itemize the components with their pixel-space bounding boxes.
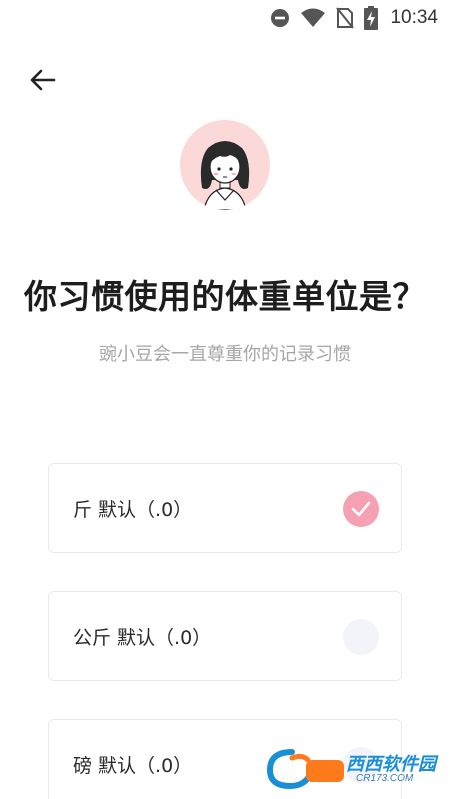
page-title: 你习惯使用的体重单位是？	[24, 277, 426, 316]
watermark-url: CR173.COM	[356, 773, 414, 784]
wifi-icon	[301, 8, 326, 27]
unit-option-kg[interactable]: 公斤 默认（.0）	[48, 591, 402, 681]
status-time: 10:34	[390, 7, 438, 28]
radio-unselected[interactable]	[343, 619, 379, 655]
girl-avatar-icon	[200, 141, 250, 210]
do-not-disturb-icon	[271, 9, 290, 27]
watermark-swirl-icon	[266, 749, 344, 790]
battery-charging-icon	[364, 6, 379, 30]
back-button[interactable]	[24, 62, 60, 98]
radio-selected[interactable]	[343, 491, 379, 527]
option-label: 公斤 默认（.0）	[73, 626, 212, 649]
checkmark-icon	[351, 501, 371, 517]
unit-option-jin[interactable]: 斤 默认（.0）	[48, 463, 402, 553]
option-label: 磅 默认（.0）	[73, 754, 193, 777]
avatar	[180, 120, 270, 210]
option-label: 斤 默认（.0）	[73, 498, 193, 521]
no-sim-icon	[336, 7, 355, 29]
watermark-logo: 西西软件园 CR173.COM	[262, 746, 436, 790]
page-subtitle: 豌小豆会一直尊重你的记录习惯	[99, 344, 351, 365]
arrow-left-icon	[30, 69, 56, 91]
status-icons: 10:34	[270, 6, 438, 30]
status-bar: 10:34	[0, 0, 450, 36]
